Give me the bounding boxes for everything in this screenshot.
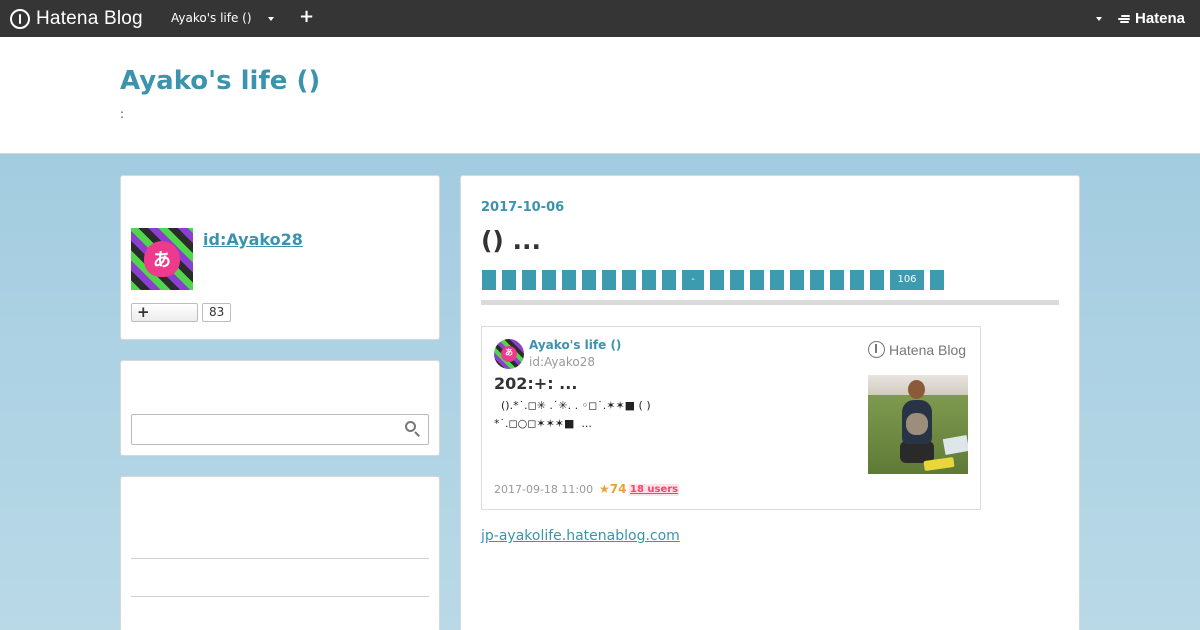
hatena-blog-logo[interactable]: Hatena Blog [10, 8, 143, 29]
card-url-link[interactable]: jp-ayakolife.hatenablog.com [481, 528, 680, 544]
avatar-glyph: あ [153, 250, 171, 271]
tag-chip[interactable] [810, 270, 824, 290]
chevron-down-icon[interactable] [1096, 17, 1102, 21]
entry-title[interactable]: () ... [481, 226, 541, 255]
tag-chip[interactable]: - [682, 270, 704, 290]
add-button[interactable]: + [299, 7, 314, 27]
card-title[interactable]: 202:+: ... [494, 374, 577, 393]
hatena-account-menu[interactable]: Hatena [1118, 10, 1185, 27]
tag-chip[interactable] [542, 270, 556, 290]
tag-chip[interactable] [642, 270, 656, 290]
card-logo-text: Hatena Blog [889, 341, 967, 358]
blog-card[interactable]: あ Ayako's life () id:Ayako28 Hatena Blog… [481, 326, 981, 510]
search-input[interactable] [131, 414, 429, 445]
tag-chip[interactable] [850, 270, 864, 290]
tag-chip[interactable]: 106 [890, 270, 924, 290]
hatena-brand: Hatena [1135, 10, 1186, 27]
card-excerpt-line: ().*˙.◻✳ .˙✳. . ◦◻˙.✶✶■ ( ) [494, 399, 651, 412]
brand-text: Hatena Blog [36, 7, 143, 29]
tag-chip[interactable] [790, 270, 804, 290]
tag-chip[interactable] [622, 270, 636, 290]
bookmark-users[interactable]: 18 users [629, 484, 680, 496]
hatena-logo-icon [10, 8, 30, 29]
star-count[interactable]: ★74 [599, 482, 626, 496]
profile-id-link[interactable]: id:Ayako28 [203, 230, 303, 249]
entry-date[interactable]: 2017-10-06 [481, 200, 564, 215]
search-icon[interactable] [405, 421, 421, 437]
tag-chip[interactable] [522, 270, 536, 290]
blog-header: Ayako's life () : [0, 37, 1200, 154]
article: 2017-10-06 () ... - 106 あ Ayako's life ()… [460, 175, 1080, 630]
plus-icon: + [137, 303, 150, 321]
links-module [120, 476, 440, 630]
tag-chip[interactable] [830, 270, 844, 290]
tag-chip[interactable] [562, 270, 576, 290]
tag-chip[interactable] [770, 270, 784, 290]
follower-count: 83 [202, 303, 232, 322]
blog-title[interactable]: Ayako's life () [120, 66, 320, 96]
hatena-logo-icon [868, 341, 885, 358]
tag-chip[interactable] [602, 270, 616, 290]
hatena-blog-logo: Hatena Blog [868, 341, 966, 358]
card-user-id: id:Ayako28 [529, 355, 595, 369]
tag-chip[interactable] [482, 270, 496, 290]
tag-chip[interactable] [870, 270, 884, 290]
search-module [120, 360, 440, 456]
card-excerpt-line: *˙.◻○◻✶✶✶■ ... [494, 417, 592, 430]
tag-chip[interactable] [710, 270, 724, 290]
card-date: 2017-09-18 11:00 [494, 483, 594, 496]
tag-chip[interactable] [582, 270, 596, 290]
avatar: あ [494, 339, 524, 369]
tag-chip[interactable] [750, 270, 764, 290]
avatar[interactable]: あ [131, 228, 193, 290]
blog-switcher[interactable]: Ayako's life () [171, 11, 252, 25]
hatena-mark-icon [1118, 14, 1132, 24]
card-thumbnail[interactable] [868, 375, 968, 474]
divider [131, 596, 429, 597]
card-blog-name[interactable]: Ayako's life () [529, 338, 621, 352]
divider [481, 300, 1059, 305]
tag-chip[interactable] [730, 270, 744, 290]
global-header: Hatena Blog Ayako's life () + Hatena [0, 0, 1200, 37]
avatar-glyph: あ [505, 348, 513, 357]
profile-module: あ id:Ayako28 + 83 [120, 175, 440, 340]
tag-chip[interactable] [502, 270, 516, 290]
tag-chip[interactable] [930, 270, 944, 290]
chevron-down-icon[interactable] [268, 17, 274, 21]
follow-button[interactable]: + [131, 303, 198, 322]
blog-description: : [120, 107, 125, 121]
divider [131, 558, 429, 559]
card-excerpt: ().*˙.◻✳ .˙✳. . ◦◻˙.✶✶■ ( ) *˙.◻○◻✶✶✶■ .… [494, 397, 844, 433]
tag-chip[interactable] [662, 270, 676, 290]
